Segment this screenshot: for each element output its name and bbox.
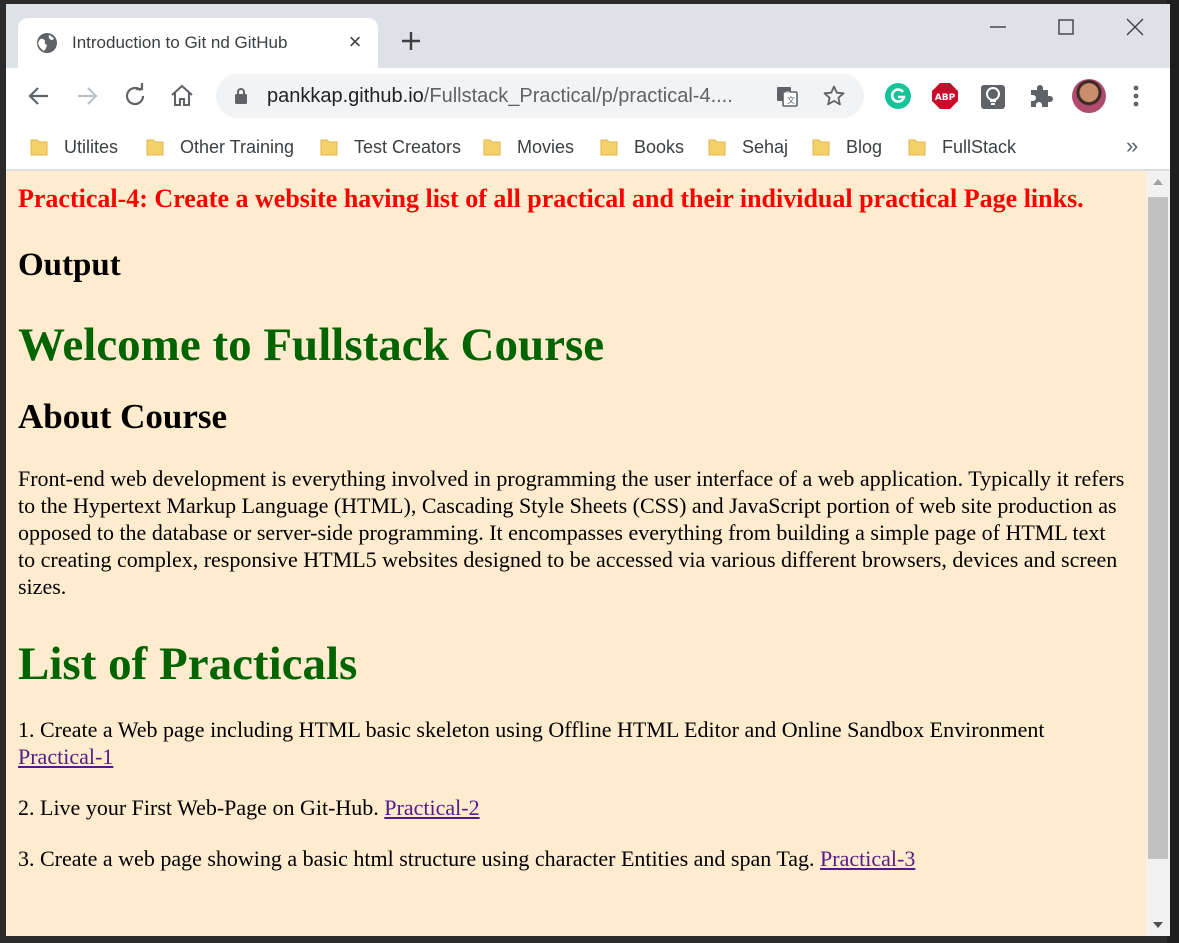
tab-strip: Introduction to Git nd GitHub × xyxy=(6,4,1170,70)
bookmark-folder[interactable]: Utilites xyxy=(30,132,118,162)
folder-icon xyxy=(908,139,926,156)
lock-icon[interactable] xyxy=(234,87,248,110)
new-tab-icon[interactable] xyxy=(398,28,424,54)
url-text[interactable]: pankkap.github.io/Fullstack_Practical/p/… xyxy=(267,85,757,108)
folder-icon xyxy=(708,139,726,156)
bookmark-folder[interactable]: Sehaj xyxy=(708,132,788,162)
scrollbar-thumb[interactable] xyxy=(1148,197,1168,859)
bookmark-folder[interactable]: Movies xyxy=(483,132,574,162)
folder-icon xyxy=(30,139,48,156)
bookmark-star-icon[interactable] xyxy=(822,84,846,113)
address-bar[interactable]: pankkap.github.io/Fullstack_Practical/p/… xyxy=(216,74,864,118)
practical-item: 3. Create a web page showing a basic htm… xyxy=(18,846,916,871)
bookmark-folder[interactable]: Other Training xyxy=(146,132,294,162)
welcome-heading: Welcome to Fullstack Course xyxy=(18,319,605,371)
folder-icon xyxy=(600,139,618,156)
folder-icon xyxy=(320,139,338,156)
active-tab[interactable]: Introduction to Git nd GitHub × xyxy=(18,18,378,70)
page-viewport: Practical-4: Create a website having lis… xyxy=(6,171,1146,936)
output-heading: Output xyxy=(18,247,121,283)
scroll-down-arrow-icon[interactable] xyxy=(1153,922,1163,928)
extension-bulb-icon[interactable] xyxy=(979,82,1007,110)
practical-2-link[interactable]: Practical-2 xyxy=(384,795,479,820)
vertical-scrollbar[interactable] xyxy=(1146,171,1170,936)
globe-icon xyxy=(36,32,58,54)
translate-icon[interactable]: G文 xyxy=(775,84,799,113)
scroll-up-arrow-icon[interactable] xyxy=(1153,179,1163,185)
practical-3-link[interactable]: Practical-3 xyxy=(820,846,915,871)
forward-icon[interactable] xyxy=(73,82,101,110)
more-menu-icon[interactable] xyxy=(1126,82,1146,110)
practicals-list-heading: List of Practicals xyxy=(18,638,358,690)
close-tab-icon[interactable]: × xyxy=(344,31,366,53)
tab-title: Introduction to Git nd GitHub xyxy=(72,33,288,52)
folder-icon xyxy=(483,139,501,156)
svg-text:文: 文 xyxy=(787,95,795,105)
back-icon[interactable] xyxy=(25,82,53,110)
about-heading: About Course xyxy=(18,397,228,436)
browser-window: Introduction to Git nd GitHub × pankkap.… xyxy=(6,4,1170,936)
bookmark-folder[interactable]: FullStack xyxy=(908,132,1016,162)
bookmarks-bar: Utilites Other Training Test Creators Mo… xyxy=(6,124,1170,170)
close-window-icon[interactable] xyxy=(1112,14,1158,40)
practical-title: Practical-4: Create a website having lis… xyxy=(18,184,1084,213)
folder-icon xyxy=(146,139,164,156)
folder-icon xyxy=(812,139,830,156)
svg-text:ABP: ABP xyxy=(935,93,956,103)
bookmark-folder[interactable]: Blog xyxy=(812,132,882,162)
profile-avatar[interactable] xyxy=(1072,79,1106,113)
bookmark-folder[interactable]: Test Creators xyxy=(320,132,461,162)
browser-toolbar: pankkap.github.io/Fullstack_Practical/p/… xyxy=(6,68,1170,124)
adblock-plus-icon[interactable]: ABP xyxy=(931,82,959,110)
about-paragraph: Front-end web development is everything … xyxy=(18,466,1125,599)
minimize-icon[interactable] xyxy=(975,14,1021,40)
bookmark-folder[interactable]: Books xyxy=(600,132,684,162)
practical-item: 2. Live your First Web-Page on Git-Hub. … xyxy=(18,795,480,820)
practical-item: 1. Create a Web page including HTML basi… xyxy=(18,717,1045,769)
grammarly-icon[interactable] xyxy=(884,82,912,110)
extensions-puzzle-icon[interactable] xyxy=(1027,82,1055,110)
reload-icon[interactable] xyxy=(121,82,149,110)
practical-1-link[interactable]: Practical-1 xyxy=(18,744,113,769)
home-icon[interactable] xyxy=(168,82,196,110)
bookmarks-overflow-icon[interactable]: » xyxy=(1126,133,1138,159)
page-content: Practical-4: Create a website having lis… xyxy=(18,183,1128,872)
maximize-icon[interactable] xyxy=(1043,14,1089,40)
